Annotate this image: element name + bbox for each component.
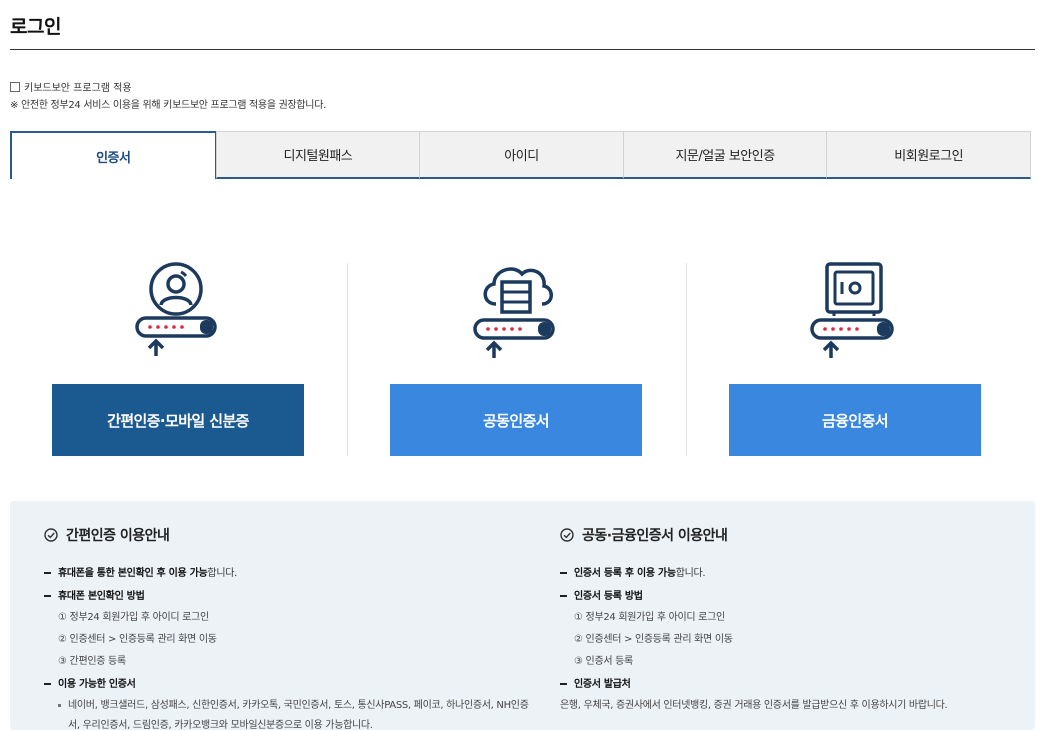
guide-item-bold: 인증서 발급처	[574, 679, 631, 690]
dash-bullet	[560, 683, 567, 685]
keyboard-security-checkbox[interactable]	[10, 81, 20, 92]
guide-item: 인증서 등록 후 이용 가능합니다.	[560, 564, 706, 579]
guide-item: 휴대폰을 통한 본인확인 후 이용 가능합니다.	[44, 564, 237, 579]
keyboard-security-label: 키보드보안 프로그램 적용	[24, 83, 132, 94]
available-certs-line: 서, 우리인증서, 드림인증, 카카오뱅크와 모바일신분증으로 이용 가능합니다…	[68, 720, 373, 730]
keyboard-security-option[interactable]: 키보드보안 프로그램 적용	[10, 79, 132, 94]
financial-cert-button[interactable]: 금융인증서	[729, 384, 981, 456]
safe-icon	[810, 262, 894, 358]
simple-auth-button[interactable]: 간편인증·모바일 신분증	[52, 384, 304, 456]
guide-item: 인증서 등록 방법	[560, 587, 643, 602]
available-certs-line: 네이버, 뱅크샐러드, 삼성패스, 신한인증서, 카카오톡, 국민인증서, 토스…	[58, 696, 529, 711]
guide-item: 인증서 발급처	[560, 675, 631, 690]
check-circle-icon	[560, 528, 574, 542]
issuer-text: 은행, 우체국, 증권사에서 인터넷뱅킹, 증권 거래용 인증서를 발급받으신 …	[560, 700, 948, 711]
guide-item: 이용 가능한 인증서	[44, 675, 136, 690]
guide-step: ② 인증센터 > 인증등록 관리 화면 이동	[58, 634, 217, 645]
guide-item-bold: 휴대폰을 통한 본인확인 후 이용 가능	[58, 568, 208, 579]
tab-digital-onepass[interactable]: 디지털원패스	[215, 131, 421, 179]
tab-biometric[interactable]: 지문/얼굴 보안인증	[622, 131, 828, 179]
guide-step: ③ 간편인증 등록	[58, 656, 126, 667]
dash-bullet	[44, 572, 51, 574]
available-certs-text: 네이버, 뱅크샐러드, 삼성패스, 신한인증서, 카카오톡, 국민인증서, 토스…	[68, 700, 529, 711]
joint-cert-button[interactable]: 공동인증서	[390, 384, 642, 456]
guide-item-bold: 휴대폰 본인확인 방법	[58, 591, 145, 602]
joint-cert-guide-title: 공동·금융인증서 이용안내	[560, 525, 728, 545]
dash-bullet	[560, 595, 567, 597]
tab-id[interactable]: 아이디	[419, 131, 624, 179]
person-id-icon	[135, 262, 217, 356]
guide-item-bold: 인증서 등록 후 이용 가능	[574, 568, 676, 579]
square-bullet	[58, 703, 61, 707]
column-divider	[686, 263, 687, 456]
check-circle-icon	[44, 528, 58, 542]
guide-step: ① 정부24 회원가입 후 아이디 로그인	[574, 612, 725, 623]
guide-step: ③ 인증서 등록	[574, 656, 633, 667]
login-method-tabs: 인증서 디지털원패스 아이디 지문/얼굴 보안인증 비회원로그인	[10, 131, 1031, 179]
dash-bullet	[44, 683, 51, 685]
guide-item-text: 합니다.	[675, 568, 706, 579]
column-divider	[347, 263, 348, 456]
cloud-server-icon	[473, 267, 555, 358]
simple-auth-guide-title: 간편인증 이용안내	[44, 525, 170, 545]
guide-step: ① 정부24 회원가입 후 아이디 로그인	[58, 612, 209, 623]
usage-guide-panel: 간편인증 이용안내 휴대폰을 통한 본인확인 후 이용 가능합니다. 휴대폰 본…	[10, 501, 1035, 730]
guide-item: 휴대폰 본인확인 방법	[44, 587, 145, 602]
keyboard-security-note: ※ 안전한 정부24 서비스 이용을 위해 키보드보안 프로그램 적용을 권장합…	[10, 100, 326, 111]
page-title: 로그인	[10, 16, 61, 38]
tab-certificate[interactable]: 인증서	[10, 131, 217, 179]
dash-bullet	[44, 595, 51, 597]
guide-title-text: 공동·금융인증서 이용안내	[582, 528, 728, 544]
dash-bullet	[560, 572, 567, 574]
guide-title-text: 간편인증 이용안내	[66, 528, 170, 544]
guide-item-bold: 이용 가능한 인증서	[58, 679, 136, 690]
guide-item-text: 합니다.	[207, 568, 238, 579]
guide-item-bold: 인증서 등록 방법	[574, 591, 643, 602]
tab-guest-login[interactable]: 비회원로그인	[826, 131, 1031, 179]
title-divider	[10, 49, 1035, 50]
guide-step: ② 인증센터 > 인증등록 관리 화면 이동	[574, 634, 733, 645]
